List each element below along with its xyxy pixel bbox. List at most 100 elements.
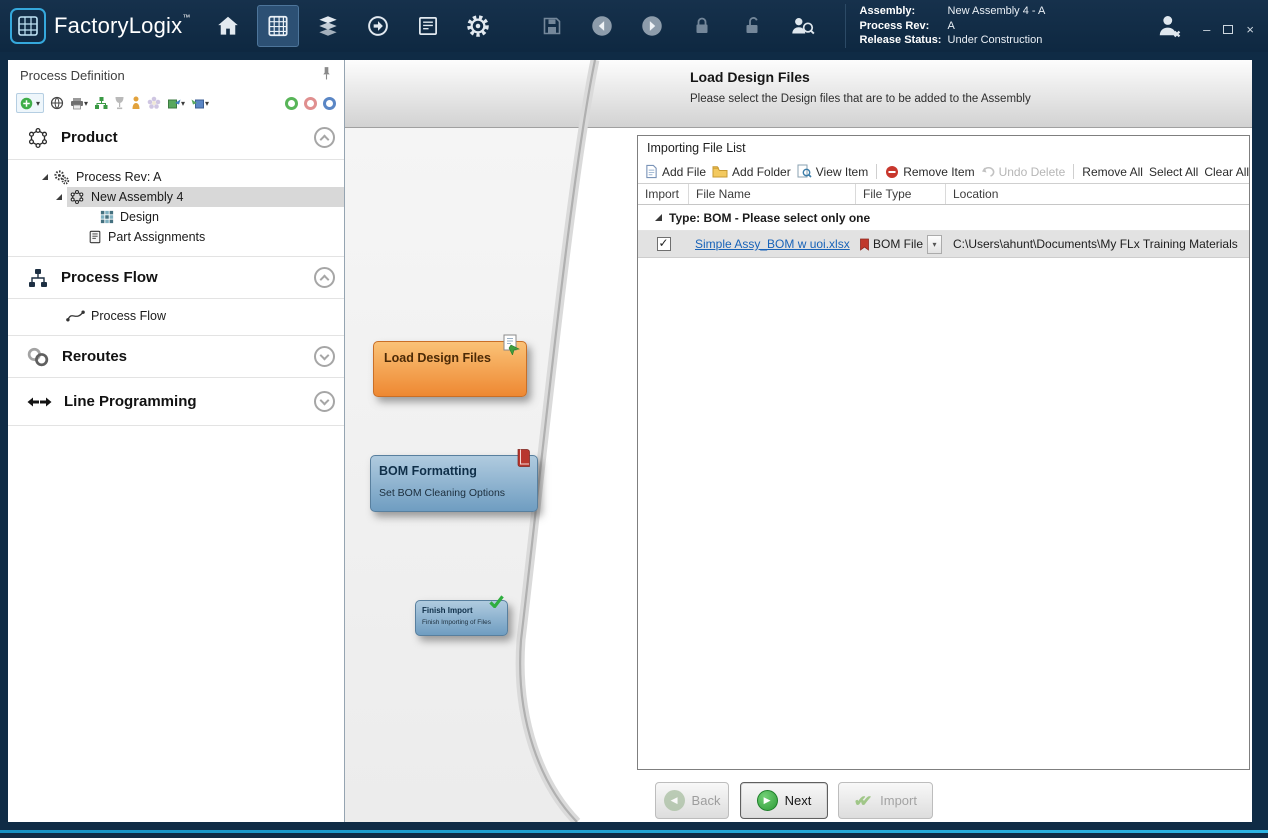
add-folder-button[interactable]: Add Folder — [712, 165, 791, 179]
app-title: FactoryLogix™ — [54, 13, 191, 39]
section-product[interactable]: Product — [8, 116, 344, 160]
undo-icon — [981, 166, 995, 178]
stop-ring-icon[interactable] — [304, 97, 317, 110]
materials-button[interactable] — [307, 5, 349, 47]
forward-icon — [639, 13, 665, 39]
parts-book-icon — [88, 230, 102, 244]
export-package-icon — [167, 96, 181, 110]
forward-button[interactable] — [631, 5, 673, 47]
logout-user-button[interactable] — [1153, 11, 1185, 41]
process-definition-tab[interactable] — [257, 5, 299, 47]
step-subtitle: Set BOM Cleaning Options — [371, 478, 537, 499]
add-icon — [20, 97, 33, 110]
file-name-link[interactable]: Simple Assy_BOM w uoi.xlsx — [695, 237, 850, 251]
select-all-button[interactable]: Select All — [1149, 165, 1198, 179]
group-expander-icon[interactable] — [655, 214, 662, 221]
step-bom-formatting[interactable]: BOM Formatting Set BOM Cleaning Options — [370, 455, 538, 512]
page-subtitle: Please select the Design files that are … — [690, 93, 1031, 105]
settings-button[interactable] — [457, 5, 499, 47]
undo-delete-button[interactable]: Undo Delete — [981, 165, 1066, 179]
view-item-button[interactable]: View Item — [797, 164, 868, 179]
section-reroutes[interactable]: Reroutes — [8, 336, 344, 378]
navigator-button[interactable] — [357, 5, 399, 47]
process-definition-panel: Process Definition ▾ ▾ — [8, 60, 345, 822]
section-process-flow[interactable]: Process Flow — [8, 257, 344, 299]
print-button[interactable]: ▾ — [70, 94, 88, 112]
column-import[interactable]: Import — [638, 184, 689, 204]
lock-button[interactable] — [681, 5, 723, 47]
process-rev-row: Process Rev:A — [860, 19, 1046, 34]
merge-button[interactable] — [94, 94, 108, 112]
brand-text: FactoryLogix — [54, 13, 182, 38]
home-icon — [215, 13, 241, 39]
product-tree: Process Rev: A New Assembly 4 Design — [8, 160, 344, 257]
globe-icon — [50, 96, 64, 110]
pause-ring-icon[interactable] — [323, 97, 336, 110]
maximize-button[interactable] — [1223, 25, 1233, 34]
table-row[interactable]: Simple Assy_BOM w uoi.xlsx BOM File ▾ C:… — [638, 231, 1249, 258]
unlock-button[interactable] — [731, 5, 773, 47]
tree-item-process-flow[interactable]: Process Flow — [8, 306, 344, 326]
column-location[interactable]: Location — [946, 184, 1249, 204]
import-button-toolbar[interactable]: ▾ — [191, 94, 209, 112]
reports-button[interactable] — [407, 5, 449, 47]
column-file-name[interactable]: File Name — [689, 184, 856, 204]
remove-item-button[interactable]: Remove Item — [885, 165, 974, 179]
stack-icon — [315, 13, 341, 39]
tree-item-process-rev[interactable]: Process Rev: A — [8, 167, 344, 187]
minimize-button[interactable]: – — [1203, 22, 1210, 37]
add-split-button[interactable]: ▾ — [16, 93, 44, 113]
clear-all-button[interactable]: Clear All — [1204, 165, 1249, 179]
add-folder-label: Add Folder — [732, 165, 791, 179]
assembly-label: Assembly: — [860, 4, 948, 19]
logo-grid-icon — [17, 15, 39, 37]
location-cell: C:\Users\ahunt\Documents\My FLx Training… — [946, 231, 1249, 257]
save-icon — [540, 14, 564, 38]
app-window: FactoryLogix™ — [0, 0, 1268, 838]
release-status-value: Under Construction — [948, 34, 1043, 46]
add-file-button[interactable]: Add File — [645, 164, 706, 179]
expander-icon[interactable] — [42, 174, 48, 180]
save-button[interactable] — [531, 5, 573, 47]
lamp-button[interactable] — [114, 94, 125, 112]
remove-item-icon — [885, 165, 899, 179]
step-finish-import[interactable]: Finish Import Finish Importing of Files — [415, 600, 508, 636]
expand-line-programming-button[interactable] — [314, 391, 335, 412]
collapse-product-button[interactable] — [314, 127, 335, 148]
import-button-wizard[interactable]: ✔✔ Import — [838, 782, 933, 819]
back-button[interactable] — [581, 5, 623, 47]
home-button[interactable] — [207, 5, 249, 47]
remove-all-button[interactable]: Remove All — [1082, 165, 1143, 179]
section-line-programming-label: Line Programming — [64, 393, 197, 410]
expand-reroutes-button[interactable] — [314, 346, 335, 367]
import-checkbox[interactable] — [657, 237, 671, 251]
file-type-dropdown[interactable]: ▾ — [927, 235, 942, 254]
group-label: Type: BOM - Please select only one — [669, 211, 870, 225]
section-line-programming[interactable]: Line Programming — [8, 378, 344, 426]
pin-icon[interactable] — [321, 66, 332, 84]
group-row-bom[interactable]: Type: BOM - Please select only one — [638, 205, 1249, 231]
org-chart-icon — [94, 96, 108, 110]
draw-button[interactable] — [50, 94, 64, 112]
person-button[interactable] — [131, 94, 141, 112]
section-process-flow-label: Process Flow — [61, 269, 158, 286]
add-file-icon — [645, 164, 658, 179]
tree-item-label: New Assembly 4 — [91, 190, 183, 204]
line-programming-icon — [26, 392, 53, 412]
tree-item-assembly[interactable]: New Assembly 4 — [8, 187, 344, 207]
tree-item-design[interactable]: Design — [8, 207, 344, 227]
next-button-wizard[interactable]: ▶ Next — [740, 782, 828, 819]
bom-file-icon — [859, 238, 870, 251]
column-file-type[interactable]: File Type — [856, 184, 946, 204]
collapse-process-flow-button[interactable] — [314, 267, 335, 288]
find-user-button[interactable] — [781, 5, 823, 47]
export-button[interactable]: ▾ — [167, 94, 185, 112]
step-load-design-files[interactable]: Load Design Files — [373, 341, 527, 397]
flower-button[interactable] — [147, 94, 161, 112]
start-ring-icon[interactable] — [285, 97, 298, 110]
expander-icon[interactable] — [56, 194, 62, 200]
tree-item-part-assignments[interactable]: Part Assignments — [8, 227, 344, 247]
close-button[interactable]: × — [1246, 22, 1254, 37]
back-button-wizard[interactable]: ◀ Back — [655, 782, 729, 819]
add-folder-icon — [712, 165, 728, 178]
